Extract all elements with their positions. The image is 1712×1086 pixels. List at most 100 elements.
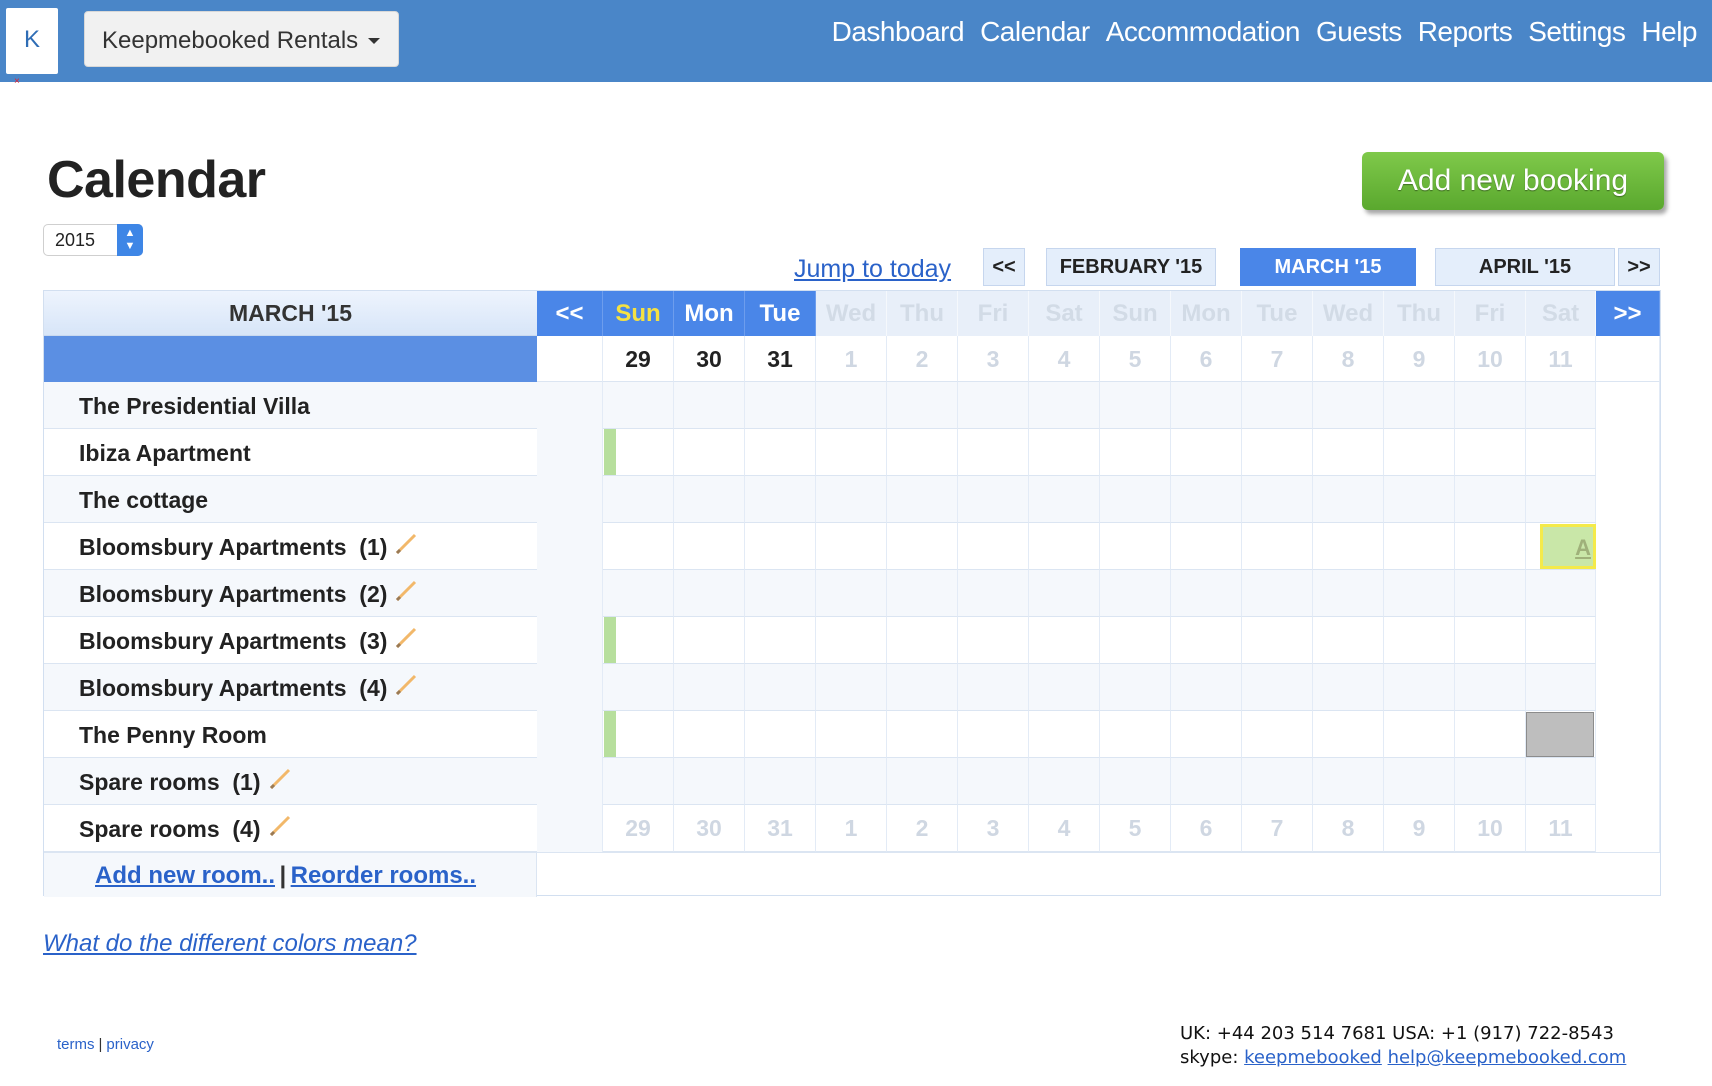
pencil-edit-icon[interactable]: [393, 672, 419, 698]
calendar-cell[interactable]: [816, 711, 887, 758]
app-logo[interactable]: K ×: [6, 8, 58, 87]
calendar-cell[interactable]: [1242, 570, 1313, 617]
calendar-cell[interactable]: [887, 382, 958, 429]
day-header[interactable]: Tue: [745, 291, 816, 336]
next-month-button[interactable]: >>: [1618, 248, 1660, 286]
calendar-cell[interactable]: [603, 758, 674, 805]
calendar-cell[interactable]: [1242, 429, 1313, 476]
nav-dashboard[interactable]: Dashboard: [832, 16, 965, 48]
email-link[interactable]: help@keepmebooked.com: [1388, 1047, 1627, 1068]
calendar-cell[interactable]: [1526, 758, 1596, 805]
calendar-cell[interactable]: [1242, 523, 1313, 570]
calendar-cell[interactable]: [1313, 476, 1384, 523]
terms-link[interactable]: terms: [57, 1036, 95, 1053]
calendar-cell[interactable]: [887, 758, 958, 805]
calendar-cell[interactable]: [1526, 570, 1596, 617]
day-header[interactable]: Thu: [887, 291, 958, 336]
calendar-cell[interactable]: [1384, 570, 1455, 617]
calendar-cell[interactable]: [745, 429, 816, 476]
calendar-cell[interactable]: [816, 570, 887, 617]
calendar-cell[interactable]: [1100, 711, 1171, 758]
day-header[interactable]: Sun: [1100, 291, 1171, 336]
calendar-cell[interactable]: [1171, 664, 1242, 711]
nav-reports[interactable]: Reports: [1418, 16, 1513, 48]
calendar-cell[interactable]: [745, 758, 816, 805]
calendar-cell[interactable]: [1100, 382, 1171, 429]
calendar-cell[interactable]: [958, 711, 1029, 758]
pencil-edit-icon[interactable]: [393, 531, 419, 557]
calendar-cell[interactable]: [958, 523, 1029, 570]
calendar-cell[interactable]: [1384, 476, 1455, 523]
calendar-cell[interactable]: [1313, 382, 1384, 429]
day-header[interactable]: Sat: [1526, 291, 1596, 336]
calendar-cell[interactable]: [816, 617, 887, 664]
calendar-cell[interactable]: [1526, 476, 1596, 523]
calendar-cell[interactable]: [674, 617, 745, 664]
calendar-cell[interactable]: [745, 711, 816, 758]
account-dropdown-button[interactable]: Keepmebooked Rentals: [84, 11, 399, 67]
color-legend-link[interactable]: What do the different colors mean?: [43, 930, 417, 958]
calendar-cell[interactable]: [603, 664, 674, 711]
calendar-cell[interactable]: [958, 758, 1029, 805]
calendar-cell[interactable]: [816, 758, 887, 805]
jump-to-today-link[interactable]: Jump to today: [794, 255, 951, 284]
skype-link[interactable]: keepmebooked: [1244, 1047, 1382, 1068]
room-name[interactable]: Ibiza Apartment: [79, 440, 251, 467]
calendar-cell[interactable]: [816, 382, 887, 429]
reorder-rooms-link[interactable]: Reorder rooms..: [291, 862, 476, 889]
calendar-cell[interactable]: [1526, 664, 1596, 711]
room-name[interactable]: Spare rooms (1): [79, 769, 261, 796]
calendar-cell[interactable]: [1100, 758, 1171, 805]
calendar-cell[interactable]: [1171, 429, 1242, 476]
calendar-cell[interactable]: [674, 382, 745, 429]
calendar-cell[interactable]: [745, 664, 816, 711]
calendar-cell[interactable]: [1313, 429, 1384, 476]
calendar-cell[interactable]: [1455, 476, 1526, 523]
room-name[interactable]: The Presidential Villa: [79, 393, 310, 420]
calendar-cell[interactable]: [1313, 758, 1384, 805]
month-tab[interactable]: APRIL '15: [1435, 248, 1615, 286]
room-name[interactable]: The Penny Room: [79, 722, 267, 749]
calendar-cell[interactable]: [1455, 382, 1526, 429]
day-header[interactable]: Sun: [603, 291, 674, 336]
calendar-cell[interactable]: [1029, 664, 1100, 711]
calendar-cell[interactable]: [1171, 711, 1242, 758]
calendar-cell[interactable]: [1455, 429, 1526, 476]
calendar-cell[interactable]: [1384, 758, 1455, 805]
calendar-cell[interactable]: [958, 617, 1029, 664]
add-new-booking-button[interactable]: Add new booking: [1362, 152, 1664, 210]
calendar-prev-button[interactable]: <<: [537, 291, 603, 336]
room-name[interactable]: The cottage: [79, 487, 208, 514]
calendar-cell[interactable]: [958, 429, 1029, 476]
calendar-cell[interactable]: [1313, 711, 1384, 758]
pencil-edit-icon[interactable]: [393, 625, 419, 651]
calendar-cell[interactable]: [1526, 382, 1596, 429]
calendar-cell[interactable]: [674, 570, 745, 617]
calendar-cell[interactable]: [745, 382, 816, 429]
room-name[interactable]: Bloomsbury Apartments (3): [79, 628, 387, 655]
calendar-cell[interactable]: [816, 476, 887, 523]
calendar-cell[interactable]: [958, 664, 1029, 711]
calendar-cell[interactable]: [1384, 664, 1455, 711]
day-header[interactable]: Wed: [816, 291, 887, 336]
room-name[interactable]: Spare rooms (4): [79, 816, 261, 843]
updown-arrows-icon[interactable]: ▲ ▼: [117, 224, 143, 256]
calendar-cell[interactable]: [1029, 758, 1100, 805]
calendar-cell[interactable]: [1384, 382, 1455, 429]
calendar-cell[interactable]: [674, 429, 745, 476]
calendar-cell[interactable]: [1242, 617, 1313, 664]
calendar-cell[interactable]: [745, 570, 816, 617]
calendar-cell[interactable]: [887, 476, 958, 523]
calendar-cell[interactable]: [1526, 429, 1596, 476]
calendar-cell[interactable]: [816, 429, 887, 476]
calendar-next-button[interactable]: >>: [1596, 291, 1660, 336]
calendar-cell[interactable]: [603, 476, 674, 523]
day-header[interactable]: Fri: [958, 291, 1029, 336]
room-name[interactable]: Bloomsbury Apartments (2): [79, 581, 387, 608]
calendar-cell[interactable]: [1100, 664, 1171, 711]
calendar-cell[interactable]: [887, 617, 958, 664]
calendar-cell[interactable]: [887, 664, 958, 711]
year-select[interactable]: 2015 ▲ ▼: [43, 224, 143, 256]
calendar-cell[interactable]: [1100, 570, 1171, 617]
calendar-cell[interactable]: [1100, 476, 1171, 523]
